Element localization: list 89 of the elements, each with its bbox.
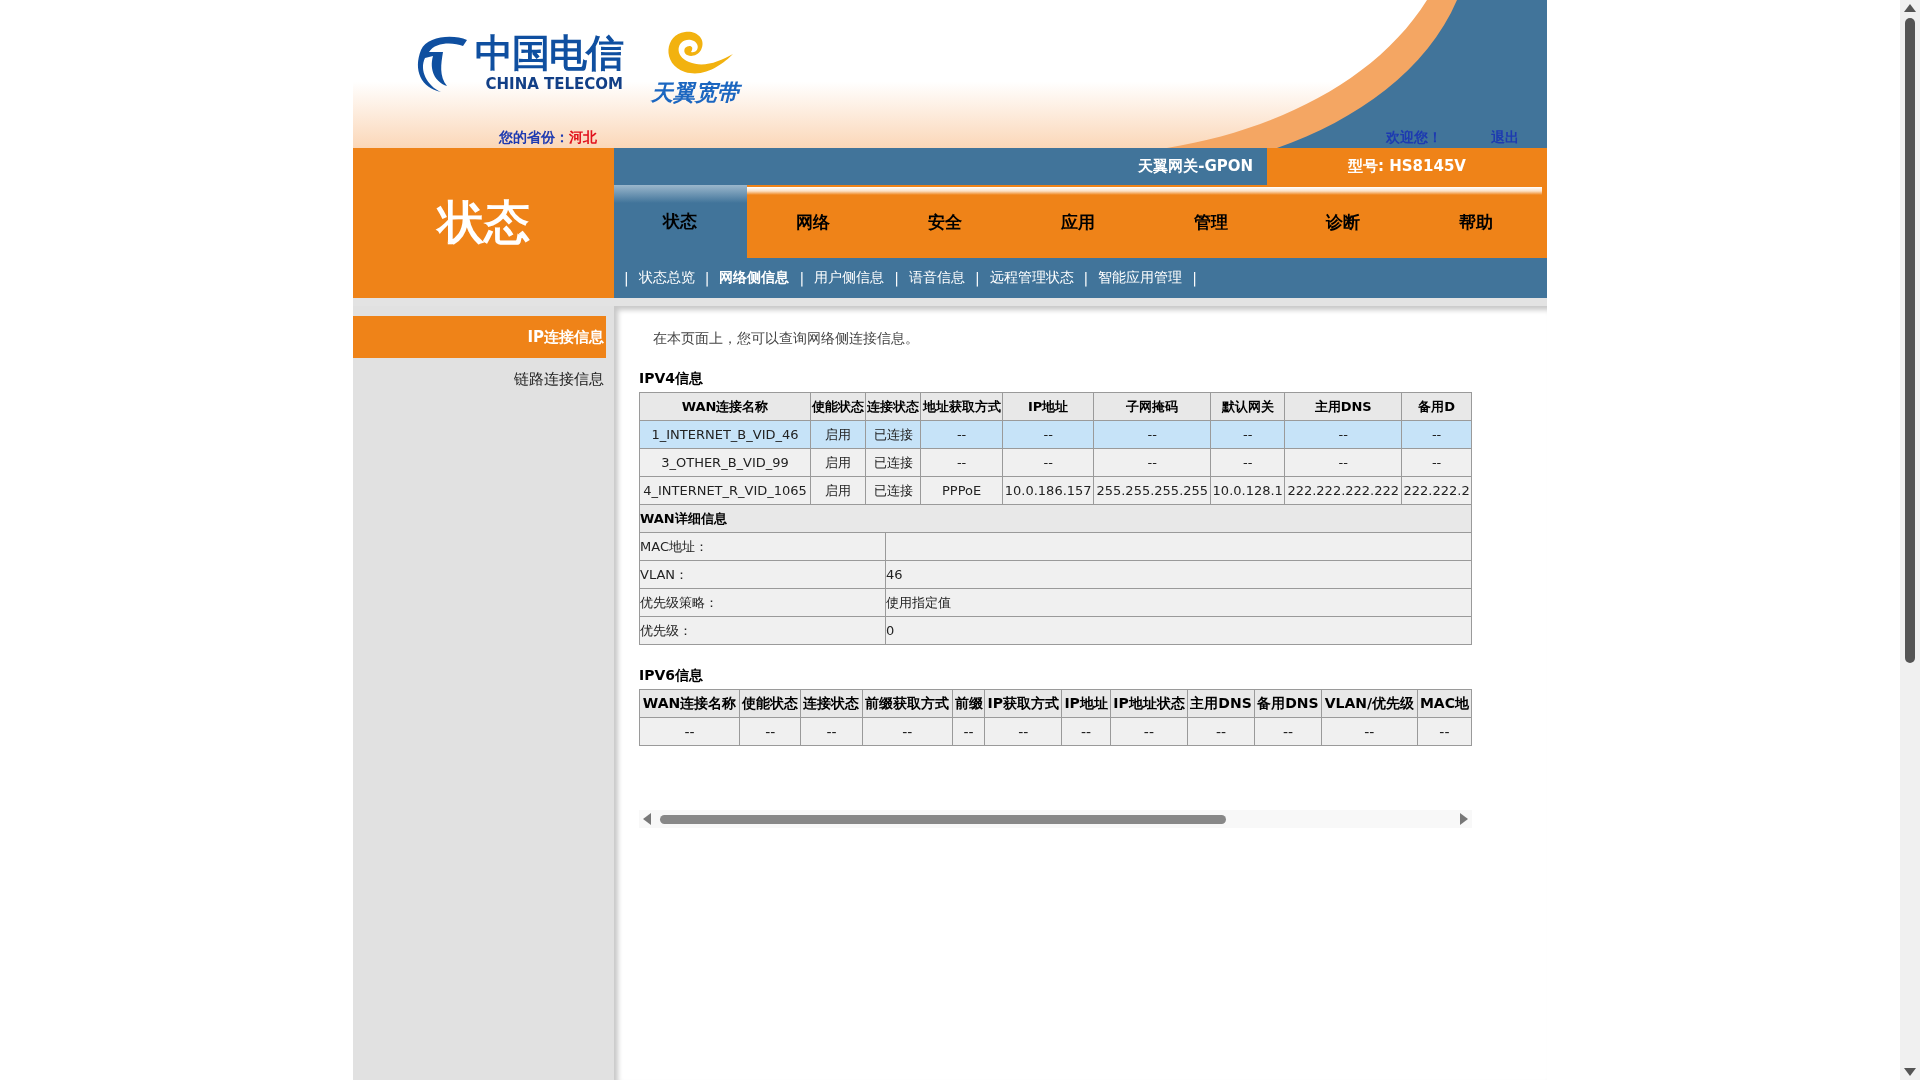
table-cell: 222.222.222.222: [1284, 476, 1402, 505]
table-row[interactable]: 1_INTERNET_B_VID_46 启用 已连接 -- -- -- -- -- --: [639, 420, 1472, 449]
table-cell: --: [1284, 448, 1402, 477]
table-cell: --: [1210, 420, 1285, 449]
brand-name-english: CHINA TELECOM: [485, 75, 623, 93]
column-header: 前缀获取方式: [862, 689, 953, 718]
section-heading: IPV4信息: [639, 370, 705, 388]
subnav-link[interactable]: 网络侧信息: [719, 269, 790, 287]
table-cell: --: [1110, 717, 1188, 746]
column-header: IP地址状态: [1110, 689, 1188, 718]
table-cell: 10.0.186.157: [1002, 476, 1094, 505]
province-value: 河北: [569, 129, 597, 147]
subnav-link[interactable]: 用户侧信息: [814, 269, 885, 287]
separator: |: [799, 270, 805, 286]
gateway-name: 天翼网关-GPON: [1138, 157, 1254, 176]
vertical-scrollbar[interactable]: [1900, 0, 1920, 1080]
column-header: 主用DNS: [1284, 392, 1402, 421]
detail-label: VLAN：: [639, 560, 886, 589]
table-cell: --: [1002, 448, 1094, 477]
subnav-link[interactable]: 语音信息: [908, 269, 965, 287]
detail-label: 优先级：: [639, 616, 886, 645]
detail-value: 使用指定值: [885, 588, 1472, 617]
column-header: 使能状态: [739, 689, 801, 718]
detail-label: MAC地址：: [639, 532, 886, 561]
table-row[interactable]: 4_INTERNET_R_VID_1065 启用 已连接 PPPoE 10.0.186.157 255.255.255.255 10.0.128.1 222.222.222.222 222.222.2: [639, 476, 1472, 505]
detail-heading: WAN详细信息: [639, 504, 1472, 533]
detail-value: 0: [885, 616, 1472, 645]
table-cell: PPPoE: [920, 476, 1003, 505]
brand-name: 中国电信: [475, 31, 623, 75]
subnav-link[interactable]: 状态总览: [638, 269, 695, 287]
table-cell: --: [920, 420, 1003, 449]
sidebar-item[interactable]: 链路连接信息: [353, 358, 606, 400]
table-cell: 10.0.128.1: [1210, 476, 1285, 505]
subnav-link[interactable]: 智能应用管理: [1098, 269, 1183, 287]
table-cell: 1_INTERNET_B_VID_46: [639, 420, 811, 449]
separator: |: [1192, 270, 1198, 286]
section-heading: IPV6信息: [639, 667, 705, 685]
separator: |: [624, 270, 629, 286]
separator: |: [704, 270, 710, 286]
table-cell: --: [1254, 717, 1322, 746]
section-title: 状态: [353, 148, 614, 298]
welcome-text: 欢迎您！: [1386, 129, 1442, 147]
column-header: WAN连接名称: [639, 689, 740, 718]
table-cell: --: [1093, 448, 1211, 477]
column-header: 子网掩码: [1093, 392, 1211, 421]
table-row[interactable]: 3_OTHER_B_VID_99 启用 已连接 -- -- -- -- -- --: [639, 448, 1472, 477]
column-header: 主用DNS: [1187, 689, 1255, 718]
table-cell: --: [800, 717, 863, 746]
table-cell: --: [1284, 420, 1402, 449]
column-header: IP地址: [1002, 392, 1094, 421]
column-header: MAC地: [1417, 689, 1472, 718]
detail-value: 46: [885, 560, 1472, 589]
subnav-link[interactable]: 远程管理状态: [989, 269, 1074, 287]
table-cell: --: [1321, 717, 1418, 746]
separator: |: [1083, 270, 1089, 286]
column-header: 地址获取方式: [920, 392, 1003, 421]
table-cell: --: [1401, 420, 1472, 449]
column-header: IP获取方式: [984, 689, 1062, 718]
column-header: VLAN/优先级: [1321, 689, 1418, 718]
table-cell: --: [1093, 420, 1211, 449]
column-header: 备用D: [1401, 392, 1472, 421]
table-cell: --: [1187, 717, 1255, 746]
detail-label: 优先级策略：: [639, 588, 886, 617]
column-header: IP地址: [1062, 689, 1111, 718]
table-cell: --: [639, 717, 740, 746]
table-cell: --: [1002, 420, 1094, 449]
column-header: 连接状态: [865, 392, 921, 421]
table-cell: --: [1210, 448, 1285, 477]
nav-tab[interactable]: 状态: [614, 185, 747, 258]
column-header: 前缀: [952, 689, 985, 718]
separator: |: [974, 270, 980, 286]
column-header: 默认网关: [1210, 392, 1285, 421]
table-cell: --: [920, 448, 1003, 477]
table-cell: --: [984, 717, 1062, 746]
column-header: 备用DNS: [1254, 689, 1322, 718]
table-cell: 4_INTERNET_R_VID_1065: [639, 476, 811, 505]
column-header: WAN连接名称: [639, 392, 811, 421]
table-cell: --: [1401, 448, 1472, 477]
model-label: 型号: HS8145V: [1267, 148, 1547, 185]
separator: |: [894, 270, 899, 286]
table-cell: 222.222.2: [1401, 476, 1472, 505]
table-cell: 3_OTHER_B_VID_99: [639, 448, 811, 477]
province-label: 您的省份：: [499, 129, 569, 147]
table-cell: 255.255.255.255: [1093, 476, 1211, 505]
table-cell: --: [862, 717, 953, 746]
intro-text: 在本页面上，您可以查询网络侧连接信息。: [653, 330, 920, 348]
column-header: 使能状态: [810, 392, 866, 421]
column-header: 连接状态: [800, 689, 863, 718]
table-cell: --: [739, 717, 801, 746]
